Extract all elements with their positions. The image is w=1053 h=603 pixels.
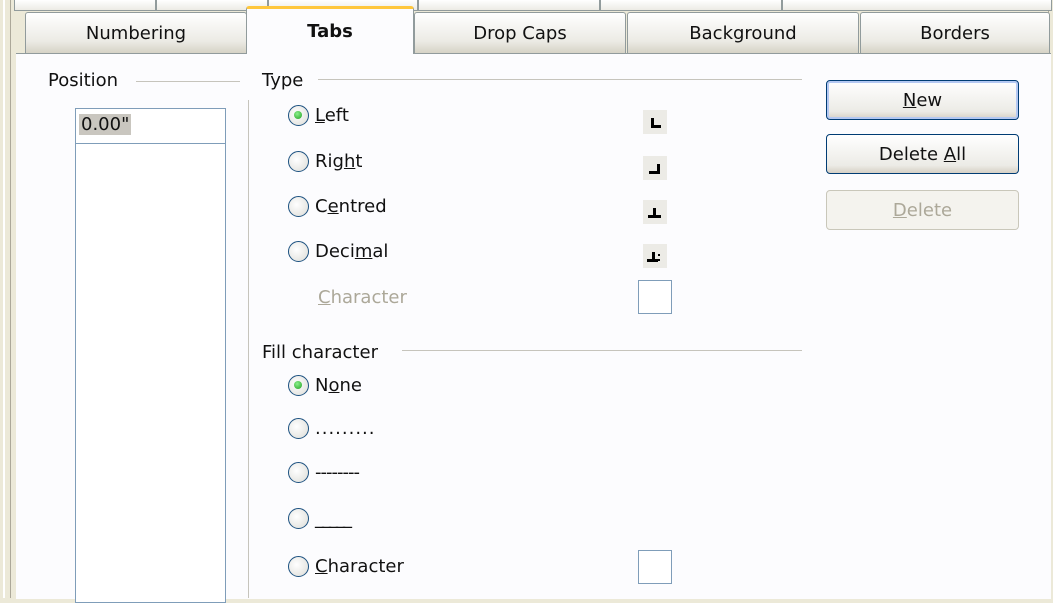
- delete-all-button[interactable]: Delete All: [826, 134, 1019, 174]
- delete-button[interactable]: Delete: [826, 190, 1019, 230]
- radio-unchecked-icon: [288, 462, 309, 483]
- tab-borders[interactable]: Borders: [860, 12, 1050, 53]
- tab-drop-caps[interactable]: Drop Caps: [414, 12, 626, 53]
- tab-numbering[interactable]: Numbering: [25, 12, 247, 53]
- type-section-label: Type: [262, 70, 304, 91]
- tab-center-icon: [643, 200, 667, 224]
- radio-unchecked-icon: [288, 241, 309, 262]
- fill-dashes-radio[interactable]: --------: [288, 462, 360, 483]
- type-centred-radio[interactable]: Centred: [288, 196, 387, 217]
- position-value: 0.00": [79, 114, 132, 135]
- fill-underscore-radio[interactable]: _____: [288, 508, 352, 529]
- decimal-character-input[interactable]: [638, 280, 672, 314]
- type-decimal-radio[interactable]: Decimal: [288, 241, 388, 262]
- fill-dots-label: .........: [315, 418, 376, 439]
- fill-dots-radio[interactable]: .........: [288, 418, 376, 439]
- new-button[interactable]: New: [826, 80, 1019, 120]
- tab-right-icon: [643, 156, 667, 180]
- tab-decimal-icon: [643, 244, 667, 268]
- fill-section-label: Fill character: [262, 342, 378, 363]
- type-left-radio[interactable]: Left: [288, 105, 349, 126]
- position-list[interactable]: [75, 143, 226, 603]
- type-decimal-label: Decimal: [315, 241, 389, 262]
- radio-unchecked-icon: [288, 508, 309, 529]
- tab-background[interactable]: Background: [627, 12, 859, 53]
- fill-character-input[interactable]: [638, 550, 672, 584]
- type-separator: [318, 79, 802, 80]
- fill-none-label: None: [315, 375, 362, 396]
- position-field[interactable]: 0.00": [75, 108, 226, 144]
- radio-unchecked-icon: [288, 556, 309, 577]
- radio-checked-icon: [288, 105, 309, 126]
- fill-none-radio[interactable]: None: [288, 375, 362, 396]
- radio-checked-icon: [288, 375, 309, 396]
- radio-unchecked-icon: [288, 418, 309, 439]
- window-left-border: [0, 0, 11, 598]
- fill-character-label: Character: [315, 556, 404, 577]
- decimal-character-label: Character: [318, 287, 407, 308]
- fill-separator: [402, 350, 802, 351]
- fill-underscore-label: _____: [315, 508, 352, 529]
- type-centred-label: Centred: [315, 196, 387, 217]
- tab-left-icon: [643, 110, 667, 134]
- back-tab-row: [14, 0, 1052, 11]
- tab-tabs[interactable]: Tabs: [246, 6, 414, 54]
- radio-unchecked-icon: [288, 196, 309, 217]
- type-right-label: Right: [315, 151, 363, 172]
- type-left-label: Left: [315, 105, 349, 126]
- type-right-radio[interactable]: Right: [288, 151, 362, 172]
- vertical-divider: [248, 100, 249, 598]
- fill-character-radio[interactable]: Character: [288, 556, 404, 577]
- radio-unchecked-icon: [288, 151, 309, 172]
- fill-dashes-label: --------: [315, 462, 360, 483]
- position-separator: [136, 81, 240, 82]
- position-section-label: Position: [48, 70, 119, 91]
